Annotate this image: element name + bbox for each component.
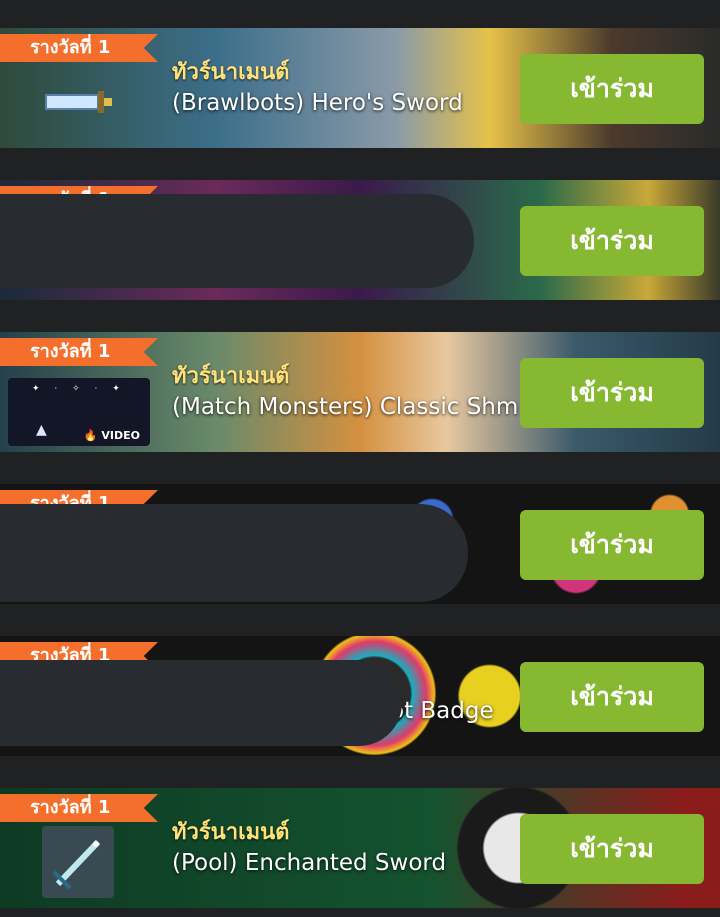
tournament-card[interactable]: รางวัลที่ 1 เข้าร่วม xyxy=(0,484,720,604)
join-button[interactable]: เข้าร่วม xyxy=(520,662,704,732)
enchanted-sword-icon xyxy=(42,826,114,898)
star-icon: ✦ · ✧ · ✦ xyxy=(32,384,126,394)
redacted-overlay xyxy=(0,504,468,602)
tournament-name: (Brawlbots) Hero's Sword xyxy=(172,90,463,116)
video-badge: 🔥 VIDEO xyxy=(84,429,140,442)
tournament-card[interactable]: รางวัลที่ 1 ot Badge เข้าร่วม xyxy=(0,636,720,756)
tournament-name: (Match Monsters) Classic Shm xyxy=(172,394,519,420)
prize-ribbon: รางวัลที่ 1 xyxy=(0,34,158,62)
sword-icon xyxy=(42,66,114,138)
prize-ribbon: รางวัลที่ 1 xyxy=(0,794,158,822)
redacted-overlay xyxy=(0,194,474,288)
join-button[interactable]: เข้าร่วม xyxy=(520,206,704,276)
tournament-label: ทัวร์นาเมนต์ xyxy=(172,60,290,85)
tournament-name: (Pool) Enchanted Sword xyxy=(172,850,447,876)
tournament-name: ot Badge xyxy=(390,698,494,724)
tournament-card[interactable]: รางวัลที่ 1 เข้าร่วม xyxy=(0,180,720,300)
prize-ribbon: รางวัลที่ 1 xyxy=(0,338,158,366)
tournament-card[interactable]: รางวัลที่ 1 ทัวร์นาเมนต์ (Pool) Enchante… xyxy=(0,788,720,908)
tournament-label: ทัวร์นาเมนต์ xyxy=(172,820,290,845)
redacted-overlay xyxy=(0,660,402,746)
tournament-card[interactable]: รางวัลที่ 1 ทัวร์นาเมนต์ (Brawlbots) Her… xyxy=(0,28,720,148)
join-button[interactable]: เข้าร่วม xyxy=(520,358,704,428)
ship-icon: ▲ xyxy=(36,422,47,438)
tournament-card[interactable]: รางวัลที่ 1 ✦ · ✧ · ✦ ▲ 🔥 VIDEO ทัวร์นาเม… xyxy=(0,332,720,452)
join-button[interactable]: เข้าร่วม xyxy=(520,814,704,884)
join-button[interactable]: เข้าร่วม xyxy=(520,510,704,580)
tournament-label: ทัวร์นาเมนต์ xyxy=(172,364,290,389)
flame-icon: 🔥 xyxy=(83,429,98,442)
join-button[interactable]: เข้าร่วม xyxy=(520,54,704,124)
video-thumbnail[interactable]: ✦ · ✧ · ✦ ▲ 🔥 VIDEO xyxy=(8,378,150,446)
video-label: VIDEO xyxy=(101,429,140,442)
